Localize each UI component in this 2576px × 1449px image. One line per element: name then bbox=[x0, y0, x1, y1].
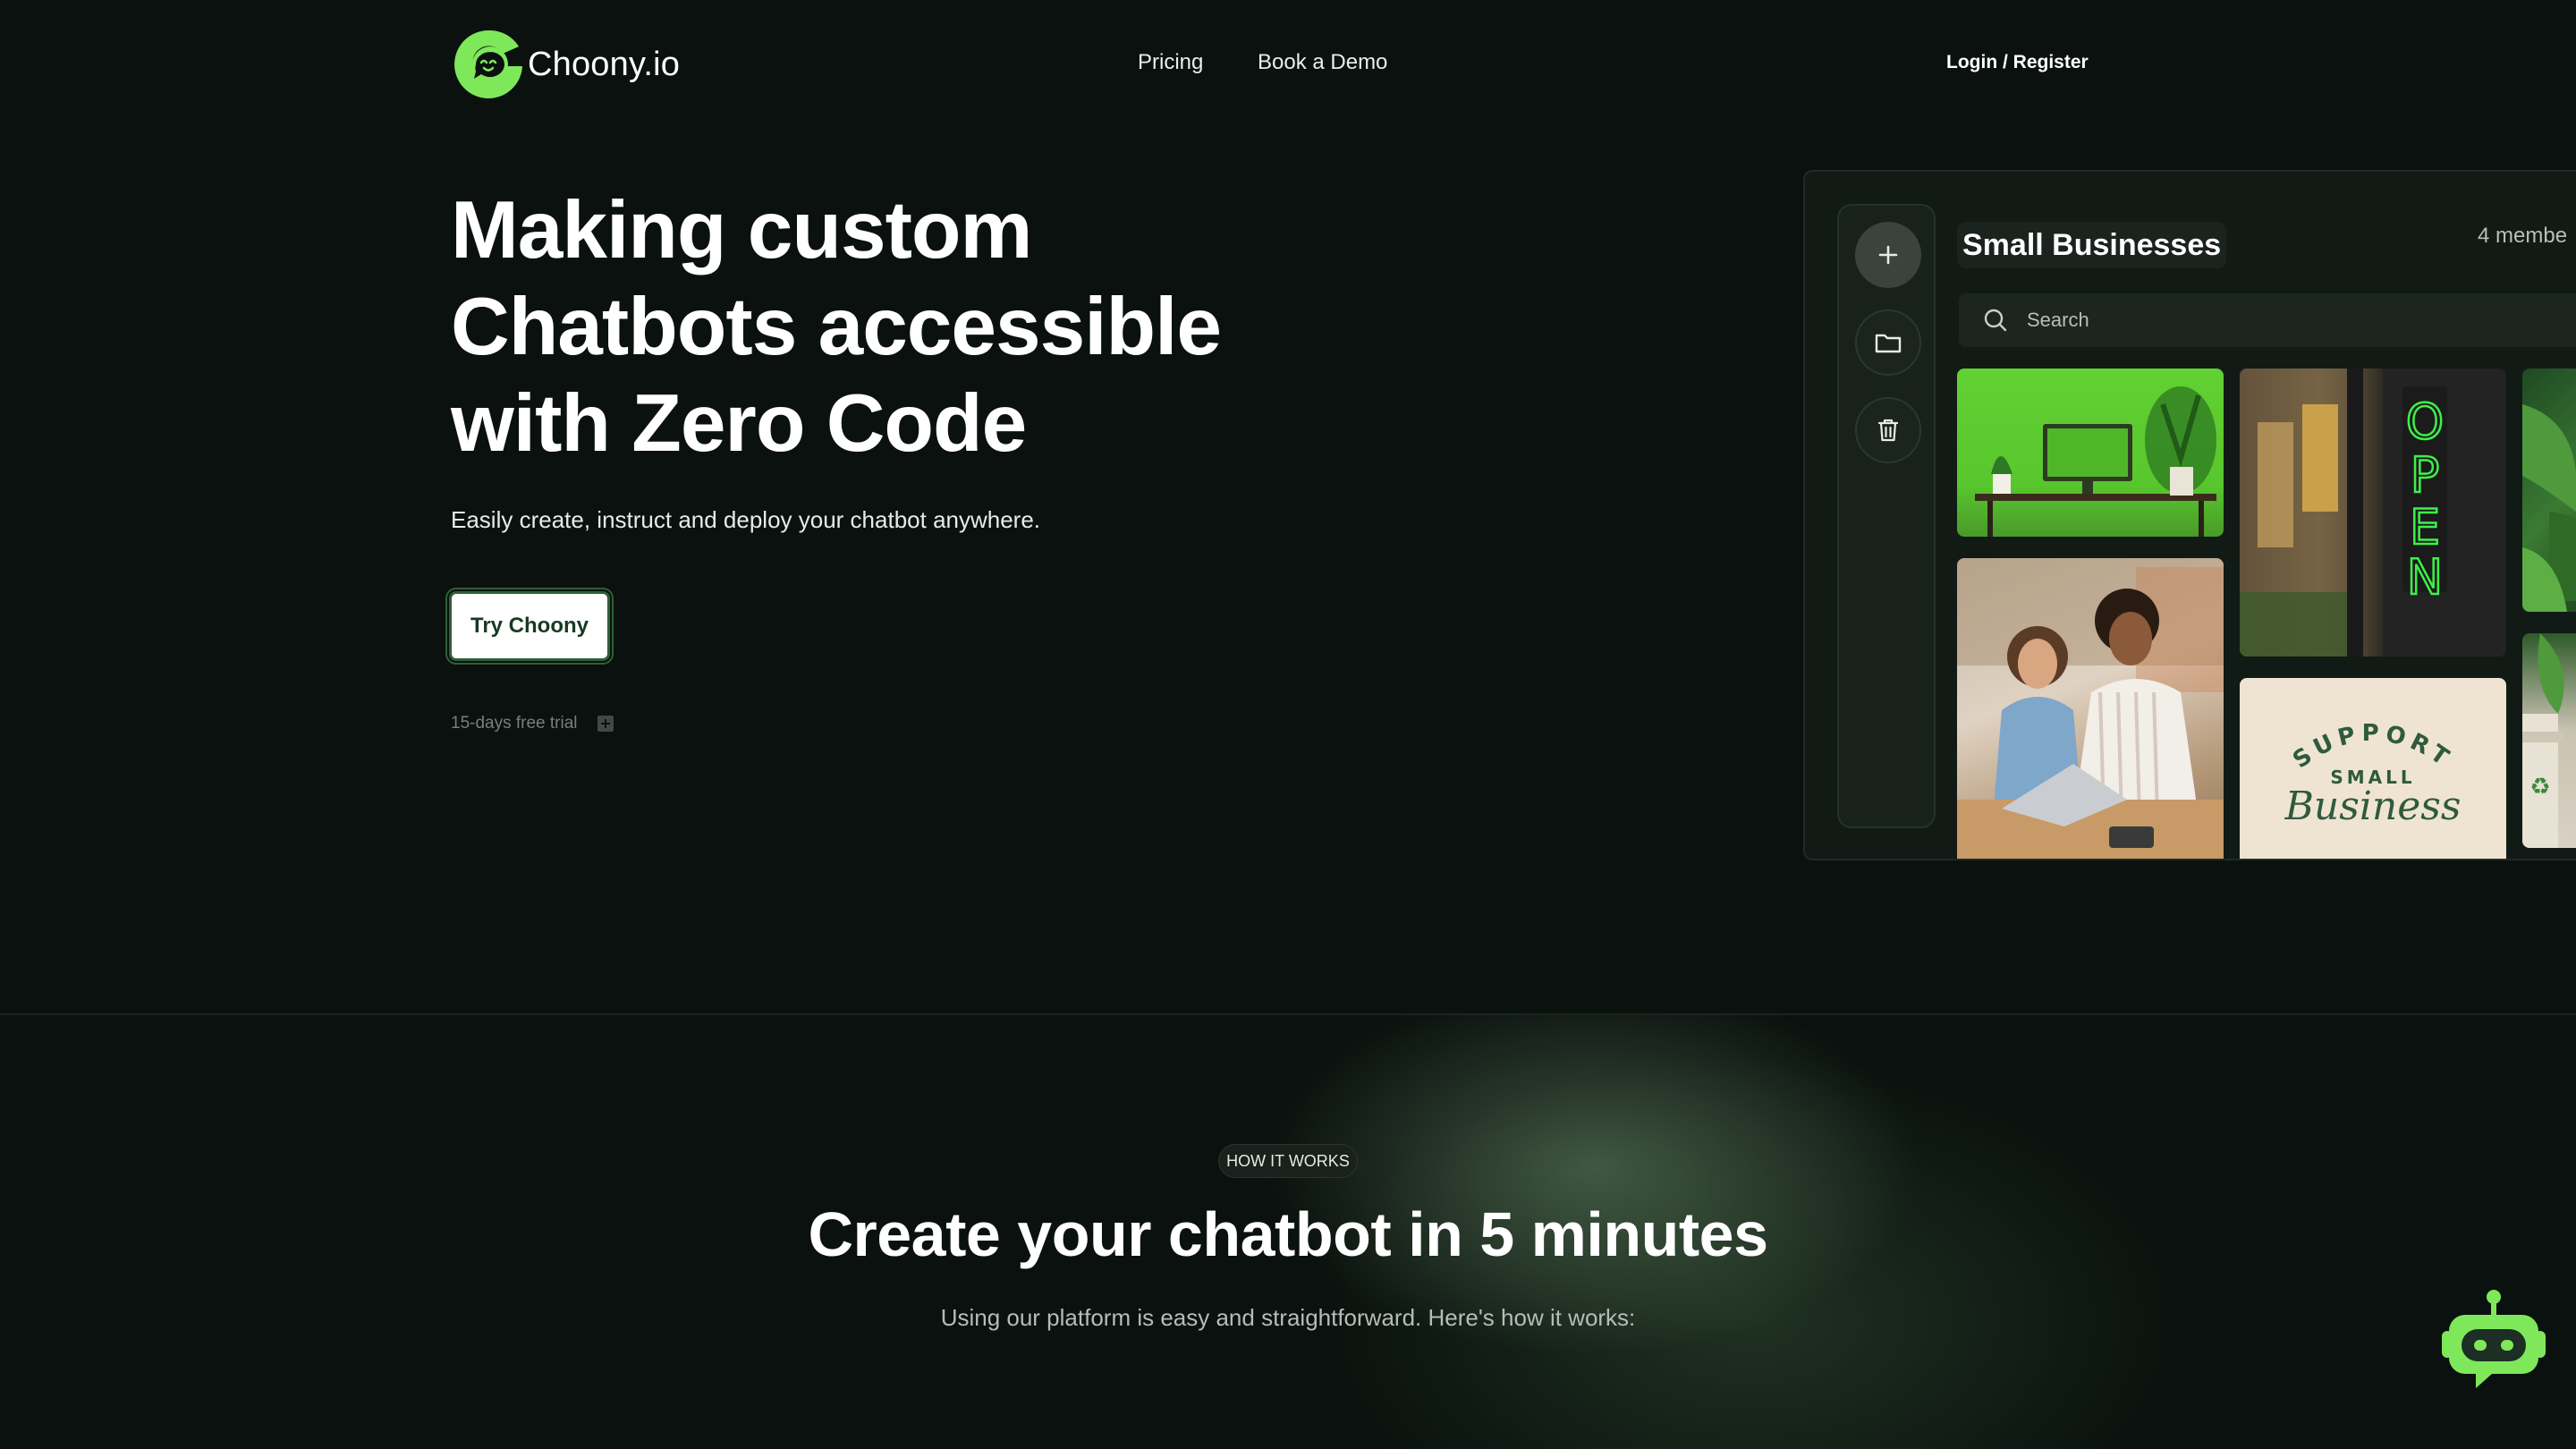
how-it-works-badge: HOW IT WORKS bbox=[1218, 1144, 1358, 1178]
hero-title-line: Making custom bbox=[451, 185, 1032, 275]
side-rail bbox=[1837, 204, 1936, 828]
folder-icon bbox=[1875, 334, 1902, 353]
coffee-cup-image[interactable]: ♻ bbox=[2522, 633, 2576, 848]
try-choony-button[interactable]: Try Choony bbox=[449, 591, 610, 661]
how-it-works-subtitle: Using our platform is easy and straightf… bbox=[940, 1304, 1636, 1331]
trial-note-text: 15-days free trial bbox=[451, 714, 578, 733]
plus-icon bbox=[1878, 245, 1898, 265]
nav-link-pricing[interactable]: Pricing bbox=[1138, 50, 1203, 75]
hero-title: Making custom Chatbots accessible with Z… bbox=[451, 182, 1256, 472]
plant-image[interactable] bbox=[2522, 369, 2576, 612]
hero-subtitle: Easily create, instruct and deploy your … bbox=[451, 506, 1041, 533]
support-small-business-image[interactable]: SUPPORT SMALL Business bbox=[2240, 678, 2506, 859]
group-title: Small Businesses bbox=[1957, 222, 2227, 268]
svg-text:♻: ♻ bbox=[2529, 773, 2550, 800]
svg-text:O: O bbox=[2406, 394, 2445, 450]
chat-widget-button[interactable] bbox=[2438, 1288, 2549, 1399]
plus-square-icon bbox=[597, 716, 614, 732]
trash-icon bbox=[1877, 419, 1899, 442]
add-button[interactable] bbox=[1855, 222, 1921, 288]
search-bar[interactable]: Search bbox=[1959, 293, 2576, 347]
top-nav: Choony.io Pricing Book a Demo Login / Re… bbox=[0, 0, 2576, 131]
robot-icon bbox=[2442, 1290, 2546, 1388]
shop-owners-image[interactable] bbox=[1957, 558, 2224, 859]
brand-logo[interactable]: Choony.io bbox=[451, 27, 680, 102]
business-text: Business bbox=[2284, 784, 2462, 829]
trial-note: 15-days free trial bbox=[451, 714, 614, 733]
svg-text:E: E bbox=[2410, 499, 2440, 555]
open-sign-image[interactable]: O P E N bbox=[2240, 369, 2506, 657]
svg-text:N: N bbox=[2407, 549, 2443, 606]
folder-button[interactable] bbox=[1855, 309, 1921, 376]
hero-title-line: Chatbots accessible bbox=[451, 282, 1222, 372]
search-icon bbox=[1984, 309, 2007, 332]
trash-button[interactable] bbox=[1855, 397, 1921, 463]
brand-name: Choony.io bbox=[528, 45, 681, 83]
member-count: 4 membe bbox=[2478, 224, 2568, 248]
search-placeholder: Search bbox=[2027, 309, 2089, 331]
login-register-link[interactable]: Login / Register bbox=[1946, 52, 2089, 73]
choony-logo-icon bbox=[451, 27, 526, 102]
how-it-works-title: Create your chatbot in 5 minutes bbox=[808, 1199, 1768, 1269]
green-desk-image[interactable] bbox=[1957, 369, 2224, 537]
app-preview: Small Businesses 4 membe Search O P E N … bbox=[1803, 170, 2576, 860]
nav-link-book-demo[interactable]: Book a Demo bbox=[1258, 50, 1387, 75]
hero-title-line: with Zero Code bbox=[451, 378, 1027, 469]
svg-text:P: P bbox=[2411, 447, 2440, 504]
